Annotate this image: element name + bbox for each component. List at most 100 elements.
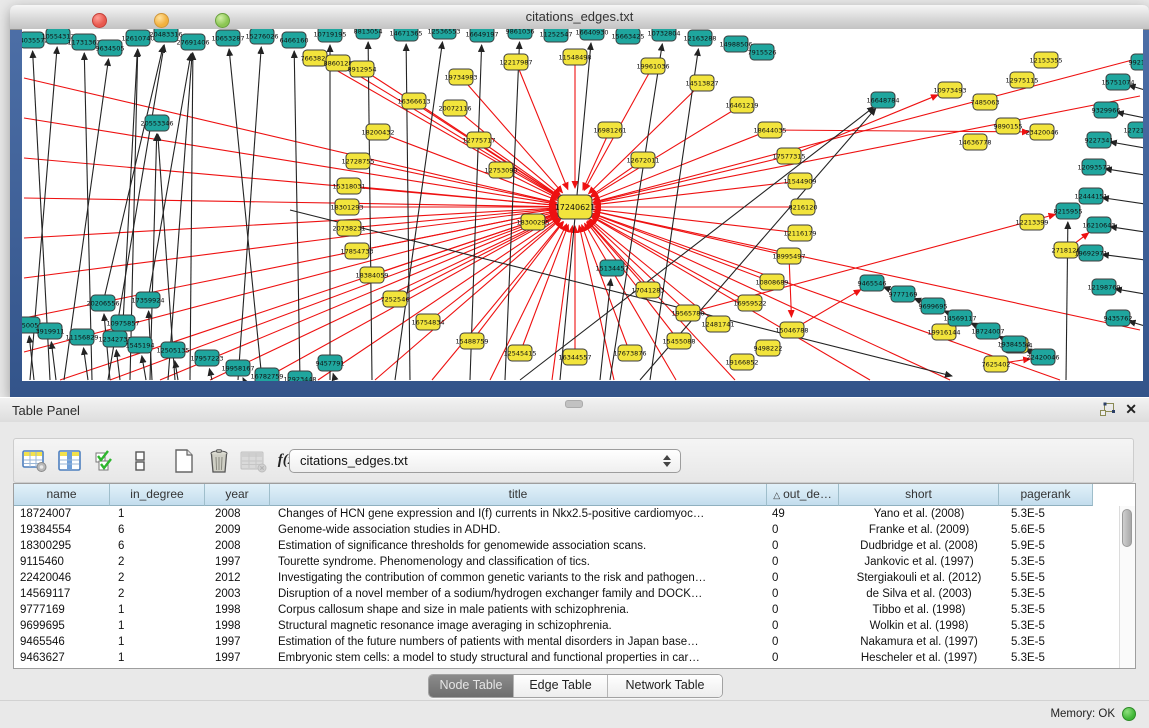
node-9699695[interactable]: 9699695 [919, 298, 948, 314]
node-19961036[interactable]: 19961036 [636, 58, 669, 74]
node-19384554[interactable]: 19384554 [997, 336, 1030, 352]
node-14636778[interactable]: 14636778 [958, 134, 991, 150]
node-12481741[interactable]: 12481741 [701, 316, 734, 332]
delete-icon[interactable] [205, 447, 233, 475]
column-header-pagerank[interactable]: pagerank [999, 484, 1093, 506]
network-canvas[interactable]: 2403557210554312117313639634505126107402… [22, 29, 1143, 381]
node-14671365[interactable]: 14671365 [389, 29, 422, 41]
column-header-year[interactable]: year [205, 484, 270, 506]
node-20738231[interactable]: 20738231 [332, 220, 365, 236]
tab-edge-table[interactable]: Edge Table [514, 675, 608, 697]
table-row[interactable]: 2242004622012Investigating the contribut… [14, 570, 1135, 586]
node-16649197[interactable]: 16649197 [465, 29, 498, 42]
node-9921952[interactable]: 9921952 [1129, 54, 1143, 70]
vertical-scrollbar[interactable] [1119, 506, 1135, 668]
node-19692971[interactable]: 19692971 [1074, 245, 1107, 261]
table-row[interactable]: 946362711997Embryonic stem cells: a mode… [14, 650, 1135, 666]
node-7252546[interactable]: 7252546 [381, 291, 410, 307]
node-23420046[interactable]: 23420046 [1025, 124, 1058, 140]
node-15318031[interactable]: 15318031 [332, 178, 365, 194]
table-settings-icon[interactable] [21, 447, 49, 475]
node-15488759[interactable]: 15488759 [455, 333, 488, 349]
node-10653287[interactable]: 10653287 [211, 30, 244, 46]
node-8912954[interactable]: 8912954 [348, 61, 377, 77]
column-header-title[interactable]: title [270, 484, 767, 506]
table-select-dropdown[interactable]: citations_edges.txt [289, 449, 681, 473]
node-12728755[interactable]: 12728755 [341, 153, 374, 169]
table-row[interactable]: 1938455462009Genome-wide association stu… [14, 522, 1135, 538]
node-9227341[interactable]: 9227341 [1085, 132, 1114, 148]
node-15455088[interactable]: 15455088 [662, 333, 695, 349]
node-10975857[interactable]: 10975857 [106, 315, 139, 331]
tab-node-table[interactable]: Node Table [429, 675, 514, 697]
node-9890155[interactable]: 9890155 [994, 118, 1023, 134]
node-12753090[interactable]: 12753090 [484, 162, 517, 178]
splitter-handle[interactable] [565, 400, 583, 408]
node-15663425[interactable]: 15663425 [611, 29, 644, 44]
column-header-short[interactable]: short [839, 484, 999, 506]
close-panel-icon[interactable]: ✕ [1125, 401, 1137, 417]
node-11548498[interactable]: 11548498 [558, 49, 591, 65]
node-20553346[interactable]: 20553346 [140, 115, 173, 131]
node-12213399[interactable]: 12213399 [1015, 214, 1048, 230]
node-17577315[interactable]: 17577315 [772, 148, 805, 164]
table-row[interactable]: 969969511998Structural magnetic resonanc… [14, 618, 1135, 634]
node-7485063[interactable]: 7485063 [971, 94, 1000, 110]
show-columns-icon[interactable] [56, 447, 84, 475]
table-row[interactable]: 977716911998Corpus callosum shape and si… [14, 602, 1135, 618]
column-header-in_degree[interactable]: in_degree [110, 484, 205, 506]
node-12536553[interactable]: 12536553 [427, 29, 460, 39]
node-9634505[interactable]: 9634505 [96, 40, 125, 56]
node-14569117[interactable]: 14569117 [943, 310, 976, 326]
node-17854733[interactable]: 17854733 [340, 243, 373, 259]
node-9329966[interactable]: 9329966 [1092, 102, 1121, 118]
node-16959522[interactable]: 16959522 [733, 295, 766, 311]
node-22420046[interactable]: 22420046 [1026, 349, 1059, 365]
table-row[interactable]: 1830029562008Estimation of significance … [14, 538, 1135, 554]
window-titlebar[interactable]: citations_edges.txt [10, 5, 1149, 30]
node-11252547[interactable]: 11252547 [539, 29, 572, 42]
rows-icon[interactable] [126, 447, 154, 475]
node-16981261[interactable]: 16981261 [593, 122, 626, 138]
node-17957223[interactable]: 17957223 [190, 350, 223, 366]
node-12775717[interactable]: 12775717 [462, 132, 495, 148]
node-12672011[interactable]: 12672011 [626, 152, 659, 168]
select-all-icon[interactable] [91, 447, 119, 475]
node-8216120[interactable]: 8216120 [789, 199, 818, 215]
node-7915526[interactable]: 7915526 [748, 44, 777, 60]
node-12153355[interactable]: 12153355 [1029, 52, 1062, 68]
node-12505135[interactable]: 12505135 [156, 342, 189, 358]
table-row[interactable]: 946554611997Estimation of the future num… [14, 634, 1135, 650]
hub-node-17240621[interactable]: 17240621 [555, 195, 596, 219]
node-12545415[interactable]: 12545415 [503, 345, 536, 361]
node-16344557[interactable]: 16344557 [558, 349, 591, 365]
node-12198769[interactable]: 12198769 [1087, 279, 1120, 295]
table-row[interactable]: 1872400712008Changes of HCN gene express… [14, 506, 1135, 522]
node-9861036[interactable]: 9861036 [506, 29, 535, 39]
table-row[interactable]: 911546021997Tourette syndrome. Phenomeno… [14, 554, 1135, 570]
node-11156829[interactable]: 11156829 [65, 329, 98, 345]
node-8813054[interactable]: 8813054 [354, 29, 383, 39]
node-12217987[interactable]: 12217987 [499, 54, 532, 70]
node-14513827[interactable]: 14513827 [685, 75, 718, 91]
node-18995497[interactable]: 18995497 [772, 248, 805, 264]
node-15751074[interactable]: 15751074 [1101, 74, 1134, 90]
column-header-out_de[interactable]: △out_de… [767, 484, 839, 506]
node-27691406[interactable]: 27691406 [176, 34, 209, 50]
node-18200432[interactable]: 18200432 [361, 124, 394, 140]
node-9435762[interactable]: 9435762 [1104, 310, 1133, 326]
column-header-name[interactable]: name [14, 484, 110, 506]
new-document-icon[interactable] [170, 447, 198, 475]
node-16366613[interactable]: 16366613 [397, 93, 430, 109]
node-10808689[interactable]: 10808689 [755, 274, 788, 290]
node-16640930[interactable]: 16640930 [575, 29, 608, 40]
node-17359924[interactable]: 17359924 [131, 292, 164, 308]
table-row[interactable]: 1456911722003Disruption of a novel membe… [14, 586, 1135, 602]
node-19166852[interactable]: 19166852 [725, 354, 758, 370]
node-3919911[interactable]: 3919911 [36, 323, 65, 339]
node-9777169[interactable]: 9777169 [889, 286, 918, 302]
node-20206556[interactable]: 20206556 [86, 295, 119, 311]
node-10732804[interactable]: 10732804 [647, 29, 680, 41]
node-11544909[interactable]: 11544909 [783, 173, 816, 189]
node-12116179[interactable]: 12116179 [783, 225, 816, 241]
